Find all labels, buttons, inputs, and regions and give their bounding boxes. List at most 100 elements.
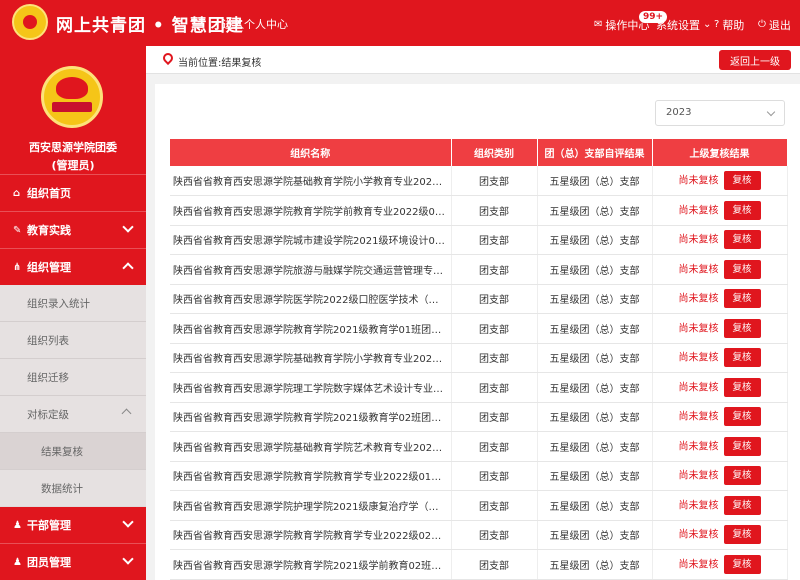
table-row: 陕西省省教育西安思源学院护理学院2021级康复治疗学（本）01班团...团支部五…: [170, 490, 788, 521]
personal-center-link[interactable]: 进入个人中心: [222, 16, 288, 32]
review-button[interactable]: 复核: [723, 171, 761, 190]
review-result-cell: 尚未复核 复核: [652, 313, 788, 344]
year-select[interactable]: 2023: [655, 100, 785, 126]
review-result-cell: 尚未复核 复核: [652, 490, 788, 521]
org-name-cell: 陕西省省教育西安思源学院护理学院2021级康复治疗学（本）01班团...: [170, 490, 452, 521]
org-name-cell: 陕西省省教育西安思源学院教育学院教育学专业2022级01班团支部: [170, 461, 452, 491]
review-button[interactable]: 复核: [723, 230, 761, 250]
review-result-cell: 尚未复核 复核: [652, 402, 788, 432]
review-button[interactable]: 复核: [723, 200, 761, 220]
submenu-item-org-migration[interactable]: 组织迁移: [0, 359, 146, 396]
sidebar-item-label: 教育实践: [27, 224, 71, 237]
submenu-item-org-stats[interactable]: 组织录入统计: [0, 285, 146, 322]
org-name-cell: 陕西省省教育西安思源学院旅游与融媒学院交通运营管理专业2021级0...: [170, 254, 452, 285]
submenu-item-org-list[interactable]: 组织列表: [0, 322, 146, 359]
review-result-cell: 尚未复核 复核: [652, 372, 788, 403]
sidebar-item-org-management[interactable]: ⋔ 组织管理: [0, 248, 146, 285]
review-status: 尚未复核: [678, 323, 719, 335]
submenu-item-label: 组织列表: [27, 334, 69, 347]
table-row: 陕西省省教育西安思源学院教育学院2021级教育学02班团支部 团支部 五星级团（总）…: [170, 402, 788, 432]
review-button[interactable]: 复核: [723, 525, 761, 545]
self-rating-cell: 五星级团（总）支部: [537, 372, 653, 403]
table-row: 陕西省省教育西安思源学院城市建设学院2021级环境设计01班团支部 团支部 五星级团…: [170, 225, 788, 255]
self-rating-cell: 五星级团（总）支部: [537, 431, 653, 462]
self-rating-cell: 五星级团（总）支部: [537, 166, 653, 196]
people-icon: ♟: [13, 519, 22, 531]
review-status: 尚未复核: [678, 441, 719, 453]
chevron-up-icon: [122, 262, 134, 274]
sidebar-item-home[interactable]: ⌂ 组织首页: [0, 174, 146, 211]
review-status: 尚未复核: [678, 411, 719, 423]
system-settings-menu[interactable]: 系统设置 ⌄: [656, 17, 711, 33]
help-link[interactable]: ? 帮助: [714, 17, 744, 33]
review-result-cell: 尚未复核 复核: [652, 549, 788, 580]
back-button[interactable]: 返回上一级: [719, 50, 791, 70]
review-result-cell: 尚未复核 复核: [652, 166, 788, 196]
org-name-cell: 陕西省省教育西安思源学院城市建设学院2021级环境设计01班团支部: [170, 225, 452, 255]
sidebar-item-education[interactable]: ✎ 教育实践: [0, 211, 146, 248]
table-row: 陕西省省教育西安思源学院教育学院教育学专业2022级01班团支部 团支部 五星级团（…: [170, 461, 788, 491]
review-button[interactable]: 复核: [723, 466, 761, 486]
submenu-item-result-review[interactable]: 结果复核: [0, 433, 146, 470]
top-header: 网上共青团 • 智慧团建 进入个人中心 ✉ 操作中心 99+ 系统设置 ⌄ ? …: [0, 0, 800, 46]
table-row: 陕西省省教育西安思源学院教育学院学前教育专业2022级01班团支部 团支部 五星级团…: [170, 195, 788, 226]
review-result-cell: 尚未复核 复核: [652, 225, 788, 255]
submenu-item-label: 组织录入统计: [27, 297, 90, 310]
self-rating-cell: 五星级团（总）支部: [537, 520, 653, 550]
sidebar-item-cadre-management[interactable]: ♟ 干部管理: [0, 506, 146, 543]
self-rating-cell: 五星级团（总）支部: [537, 461, 653, 491]
column-header-org-type: 组织类别: [451, 139, 538, 166]
review-button[interactable]: 复核: [723, 259, 761, 279]
review-status: 尚未复核: [678, 205, 719, 217]
logout-label: 退出: [768, 19, 791, 32]
org-type-cell: 团支部: [451, 490, 538, 521]
help-label: 帮助: [722, 19, 745, 32]
table-row: 陕西省省教育西安思源学院教育学院教育学专业2022级02班团支部 团支部 五星级团（…: [170, 520, 788, 550]
self-rating-cell: 五星级团（总）支部: [537, 402, 653, 432]
logout-link[interactable]: ⏻ 退出: [758, 17, 791, 33]
org-role: (管理员): [51, 159, 95, 172]
org-name-cell: 陕西省省教育西安思源学院基础教育学院艺术教育专业2022级01班团支部: [170, 431, 452, 462]
self-rating-cell: 五星级团（总）支部: [537, 254, 653, 285]
submenu-item-label: 对标定级: [27, 408, 69, 421]
org-name-cell: 陕西省省教育西安思源学院基础教育学院小学教育专业2021级16班团...: [170, 343, 452, 373]
review-button[interactable]: 复核: [723, 377, 761, 397]
submenu-item-label: 结果复核: [41, 445, 83, 458]
review-button[interactable]: 复核: [723, 554, 761, 574]
breadcrumb: 当前位置:结果复核 返回上一级: [146, 46, 800, 74]
sidebar-item-member-management[interactable]: ♟ 团员管理: [0, 543, 146, 580]
sidebar-item-label: 团员管理: [27, 556, 71, 569]
submenu-item-data-stats[interactable]: 数据统计: [0, 470, 146, 507]
review-button[interactable]: 复核: [723, 348, 761, 368]
help-icon: ?: [714, 19, 720, 30]
org-name-cell: 陕西省省教育西安思源学院教育学院学前教育专业2022级01班团支部: [170, 195, 452, 226]
review-result-cell: 尚未复核 复核: [652, 195, 788, 226]
self-rating-cell: 五星级团（总）支部: [537, 490, 653, 521]
review-button[interactable]: 复核: [723, 318, 761, 338]
chevron-up-icon: [121, 408, 132, 419]
submenu-item-benchmark-rating[interactable]: 对标定级: [0, 396, 146, 433]
chevron-down-icon: [122, 553, 134, 565]
org-type-cell: 团支部: [451, 313, 538, 344]
org-type-cell: 团支部: [451, 195, 538, 226]
org-type-cell: 团支部: [451, 402, 538, 432]
chevron-down-icon: [122, 516, 134, 528]
chevron-down-icon: [766, 107, 776, 117]
review-button[interactable]: 复核: [723, 495, 761, 515]
org-type-cell: 团支部: [451, 254, 538, 285]
sidebar-item-label: 组织首页: [27, 187, 71, 200]
review-button[interactable]: 复核: [723, 289, 761, 309]
review-button[interactable]: 复核: [723, 436, 761, 456]
review-button[interactable]: 复核: [723, 407, 761, 427]
self-rating-cell: 五星级团（总）支部: [537, 225, 653, 255]
column-header-review-result: 上级复核结果: [652, 139, 788, 166]
league-logo-icon: [12, 4, 48, 40]
org-type-cell: 团支部: [451, 284, 538, 314]
self-rating-cell: 五星级团（总）支部: [537, 284, 653, 314]
org-type-cell: 团支部: [451, 549, 538, 580]
org-type-cell: 团支部: [451, 166, 538, 196]
org-type-cell: 团支部: [451, 461, 538, 491]
table-header-row: 组织名称 组织类别 团（总）支部自评结果 上级复核结果: [170, 139, 788, 166]
brand-title: 网上共青团 • 智慧团建: [56, 16, 244, 36]
system-settings-label: 系统设置: [656, 19, 700, 32]
